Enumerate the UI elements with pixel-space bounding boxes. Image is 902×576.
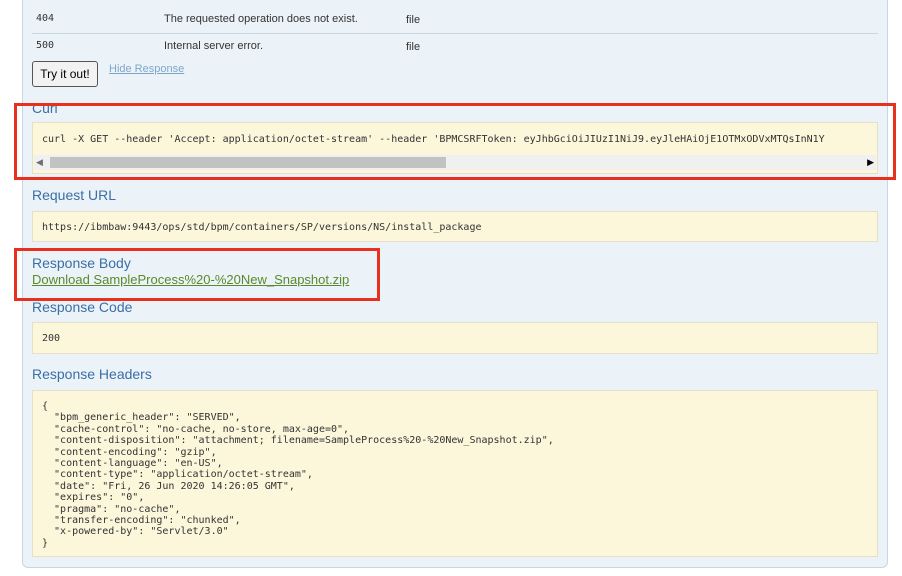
response-code-label: Response Code — [32, 299, 133, 315]
response-message-row-404: 404 The requested operation does not exi… — [32, 6, 878, 32]
request-url-label: Request URL — [32, 187, 117, 203]
curl-highlight-box — [14, 103, 896, 180]
response-code-box: 200 — [32, 322, 878, 354]
response-model: file — [406, 14, 421, 26]
response-headers-label: Response Headers — [32, 366, 152, 382]
request-url-box: https://ibmbaw:9443/ops/std/bpm/containe… — [32, 211, 878, 242]
response-headers-box: { "bpm_generic_header": "SERVED", "cache… — [32, 390, 878, 557]
request-url-value: https://ibmbaw:9443/ops/std/bpm/containe… — [42, 222, 482, 233]
reason-text: Internal server error. — [164, 40, 264, 52]
reason-text: The requested operation does not exist. — [164, 13, 358, 25]
status-code: 500 — [36, 40, 55, 51]
status-code: 404 — [36, 13, 55, 24]
response-body-highlight-box — [14, 248, 380, 301]
try-it-out-button[interactable]: Try it out! — [32, 61, 98, 87]
response-code-value: 200 — [42, 333, 61, 344]
hide-response-link[interactable]: Hide Response — [109, 63, 184, 75]
response-model: file — [406, 41, 421, 53]
response-headers-json: { "bpm_generic_header": "SERVED", "cache… — [42, 401, 554, 549]
response-message-row-500: 500 Internal server error. file — [32, 33, 878, 59]
